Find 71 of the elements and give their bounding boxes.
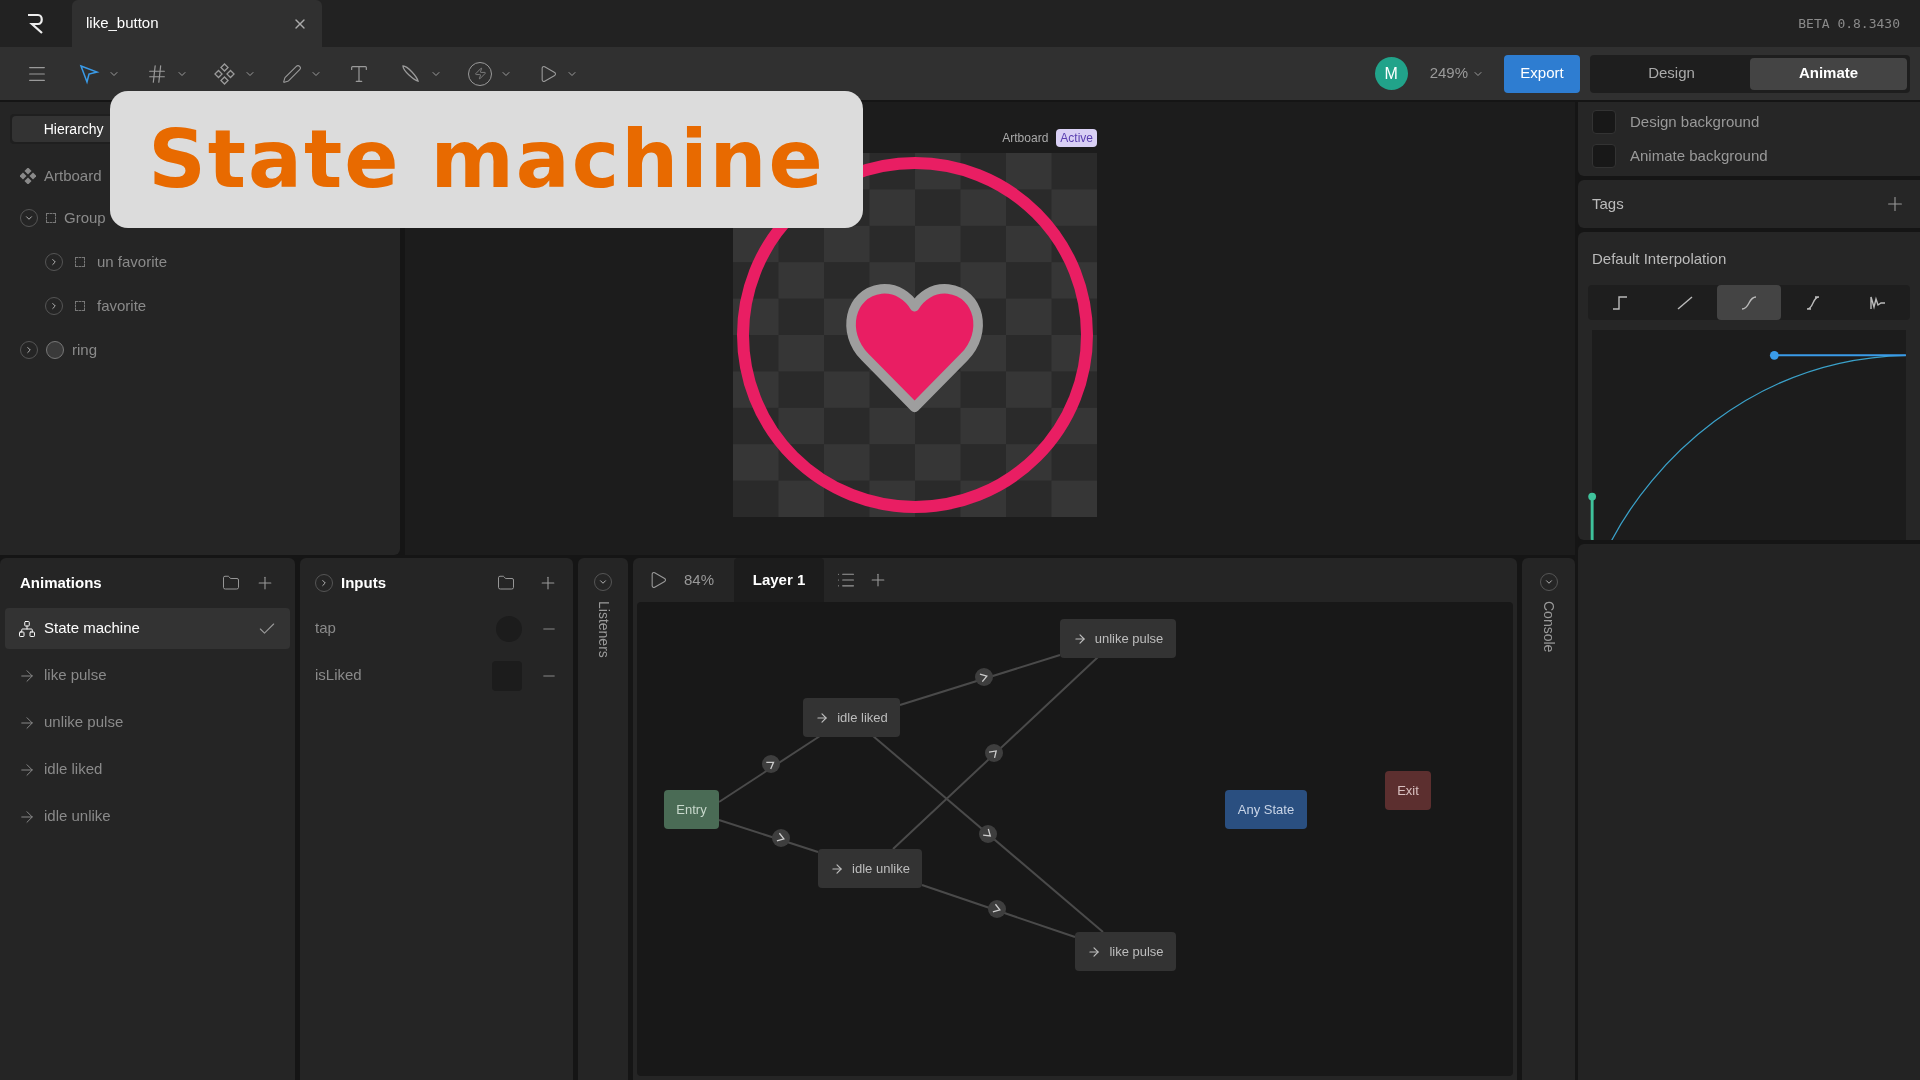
animation-item[interactable]: unlike pulse (5, 702, 290, 743)
color-swatch[interactable] (1592, 144, 1616, 168)
group-icon (75, 301, 85, 311)
chevron-icon (319, 578, 329, 588)
input-name[interactable]: tap (315, 617, 496, 640)
color-swatch[interactable] (1592, 110, 1616, 134)
chevron-icon (49, 257, 59, 267)
artboard-label: Artboard (1002, 130, 1049, 147)
hierarchy-icon (18, 619, 36, 638)
file-tab[interactable]: like_button (72, 0, 322, 47)
tree-item[interactable]: ring (72, 338, 97, 362)
export-button[interactable]: Export (1504, 54, 1580, 93)
state-node[interactable]: like pulse (1075, 932, 1176, 971)
transition-arrow[interactable] (718, 735, 821, 803)
active-badge: Active (1056, 129, 1097, 147)
expand-toggle[interactable] (45, 297, 63, 315)
chevron-icon (1543, 577, 1554, 587)
animation-item[interactable]: like pulse (5, 655, 290, 696)
expand-toggle[interactable] (20, 209, 38, 227)
chevron-icon (24, 213, 34, 223)
state-node[interactable]: unlike pulse (1060, 619, 1176, 658)
folder-icon[interactable] (497, 574, 515, 592)
user-avatar[interactable]: M (1374, 57, 1408, 90)
caption-toast: State machine (110, 91, 863, 228)
section-title: Tags (1592, 193, 1625, 214)
panel-title: Inputs (341, 572, 386, 593)
tree-item[interactable]: Group (64, 206, 106, 230)
transition-arrow[interactable] (892, 656, 1099, 850)
state-node[interactable]: Exit (1385, 771, 1431, 810)
version-label: BETA 0.8.3430 (1798, 14, 1900, 33)
zoom-dropdown[interactable]: 249% (1429, 62, 1484, 85)
state-node[interactable]: Any State (1225, 790, 1307, 829)
tree-item[interactable]: Artboard (44, 164, 102, 188)
transition-arrow[interactable] (872, 735, 1104, 933)
state-node[interactable]: Entry (664, 790, 719, 829)
state-node[interactable]: idle unlike (818, 849, 922, 888)
input-name[interactable]: isLiked (315, 664, 492, 687)
animation-item[interactable]: State machine (5, 608, 290, 649)
mode-tab[interactable]: Design (1593, 57, 1750, 90)
expand-toggle[interactable] (20, 341, 38, 359)
transition-arrow[interactable] (718, 819, 819, 853)
mode-tab[interactable]: Animate (1750, 57, 1907, 90)
arrow-icon (815, 710, 830, 725)
layer-tab[interactable]: Layer 1 (734, 558, 825, 602)
console-label[interactable]: Console (1538, 601, 1559, 653)
group-icon (75, 257, 85, 267)
chevron-icon (24, 345, 34, 355)
background-label: Design background (1630, 111, 1760, 132)
tree-item[interactable]: un favorite (97, 250, 168, 274)
listeners-label[interactable]: Listeners (592, 601, 614, 658)
arrow-icon (1087, 944, 1102, 959)
expand-toggle[interactable] (315, 574, 333, 592)
animation-item[interactable]: idle unlike (5, 796, 290, 837)
arrow-icon (830, 861, 845, 876)
transition-arrow[interactable] (899, 654, 1061, 706)
app-logo (26, 12, 46, 35)
transition-arrow[interactable] (921, 884, 1076, 938)
zoom-level: 84% (684, 569, 715, 590)
group-icon (46, 213, 56, 223)
expand-toggle[interactable] (45, 253, 63, 271)
state-node[interactable]: idle liked (803, 698, 900, 737)
components-icon (20, 168, 36, 184)
section-title: Default Interpolation (1591, 249, 1728, 269)
folder-icon[interactable] (222, 574, 240, 592)
chevron-icon (598, 577, 608, 587)
animation-item[interactable]: idle liked (5, 749, 290, 790)
tree-item[interactable]: favorite (97, 294, 147, 318)
background-label: Animate background (1630, 145, 1768, 166)
arrow-icon (1072, 631, 1087, 646)
panel-title: Animations (20, 572, 102, 593)
chevron-icon (49, 301, 59, 311)
